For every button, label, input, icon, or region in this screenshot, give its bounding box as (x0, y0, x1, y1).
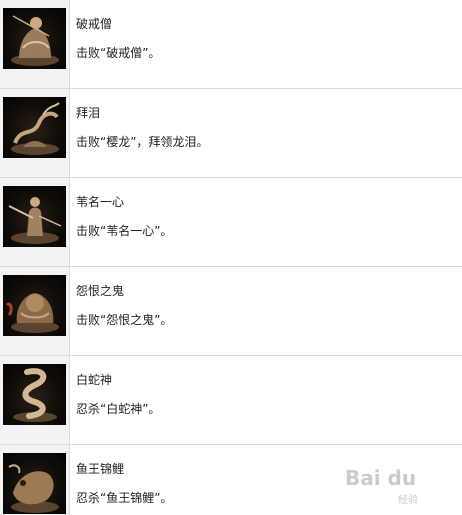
swordsman-statue-icon (3, 186, 66, 247)
achievement-description: 击败“怨恨之鬼”。 (76, 313, 173, 327)
achievement-title: 怨恨之鬼 (76, 284, 125, 298)
achievement-row: 怨恨之鬼 击败“怨恨之鬼”。 (0, 267, 462, 356)
achievement-list: 破戒僧 击败“破戒僧”。 拜泪 击败“樱龙”，拜领龙泪。 苇名一心 击败“苇名一… (0, 0, 462, 515)
achievement-row: 拜泪 击败“樱龙”，拜领龙泪。 (0, 89, 462, 178)
achievement-description: 忍杀“鱼王锦鲤”。 (76, 491, 173, 505)
achievement-row: 破戒僧 击败“破戒僧”。 (0, 0, 462, 89)
baidu-watermark-logo: Bai du (345, 466, 417, 490)
achievement-description: 击败“樱龙”，拜领龙泪。 (76, 135, 209, 149)
achievement-icon-cell (0, 89, 70, 177)
achievement-description: 击败“苇名一心”。 (76, 224, 173, 238)
achievement-icon-cell (0, 267, 70, 355)
serpent-statue-icon (3, 364, 66, 425)
achievement-title: 白蛇神 (76, 373, 113, 387)
achievement-title: 破戒僧 (76, 17, 113, 31)
achievement-title: 苇名一心 (76, 195, 125, 209)
monk-statue-icon (3, 8, 66, 69)
achievement-row: 苇名一心 击败“苇名一心”。 (0, 178, 462, 267)
achievement-description: 击败“破戒僧”。 (76, 46, 161, 60)
achievement-title: 鱼王锦鲤 (76, 462, 125, 476)
achievement-description: 忍杀“白蛇神”。 (76, 402, 161, 416)
achievement-icon-cell (0, 356, 70, 444)
achievement-row: 白蛇神 忍杀“白蛇神”。 (0, 356, 462, 445)
baidu-watermark-sub: 经验 (398, 495, 418, 506)
achievement-icon-cell (0, 178, 70, 266)
demon-statue-icon (3, 275, 66, 336)
achievement-icon-cell (0, 0, 70, 88)
achievement-title: 拜泪 (76, 106, 101, 120)
achievement-icon-cell (0, 445, 70, 515)
dragon-statue-icon (3, 97, 66, 158)
carp-statue-icon (3, 453, 66, 514)
